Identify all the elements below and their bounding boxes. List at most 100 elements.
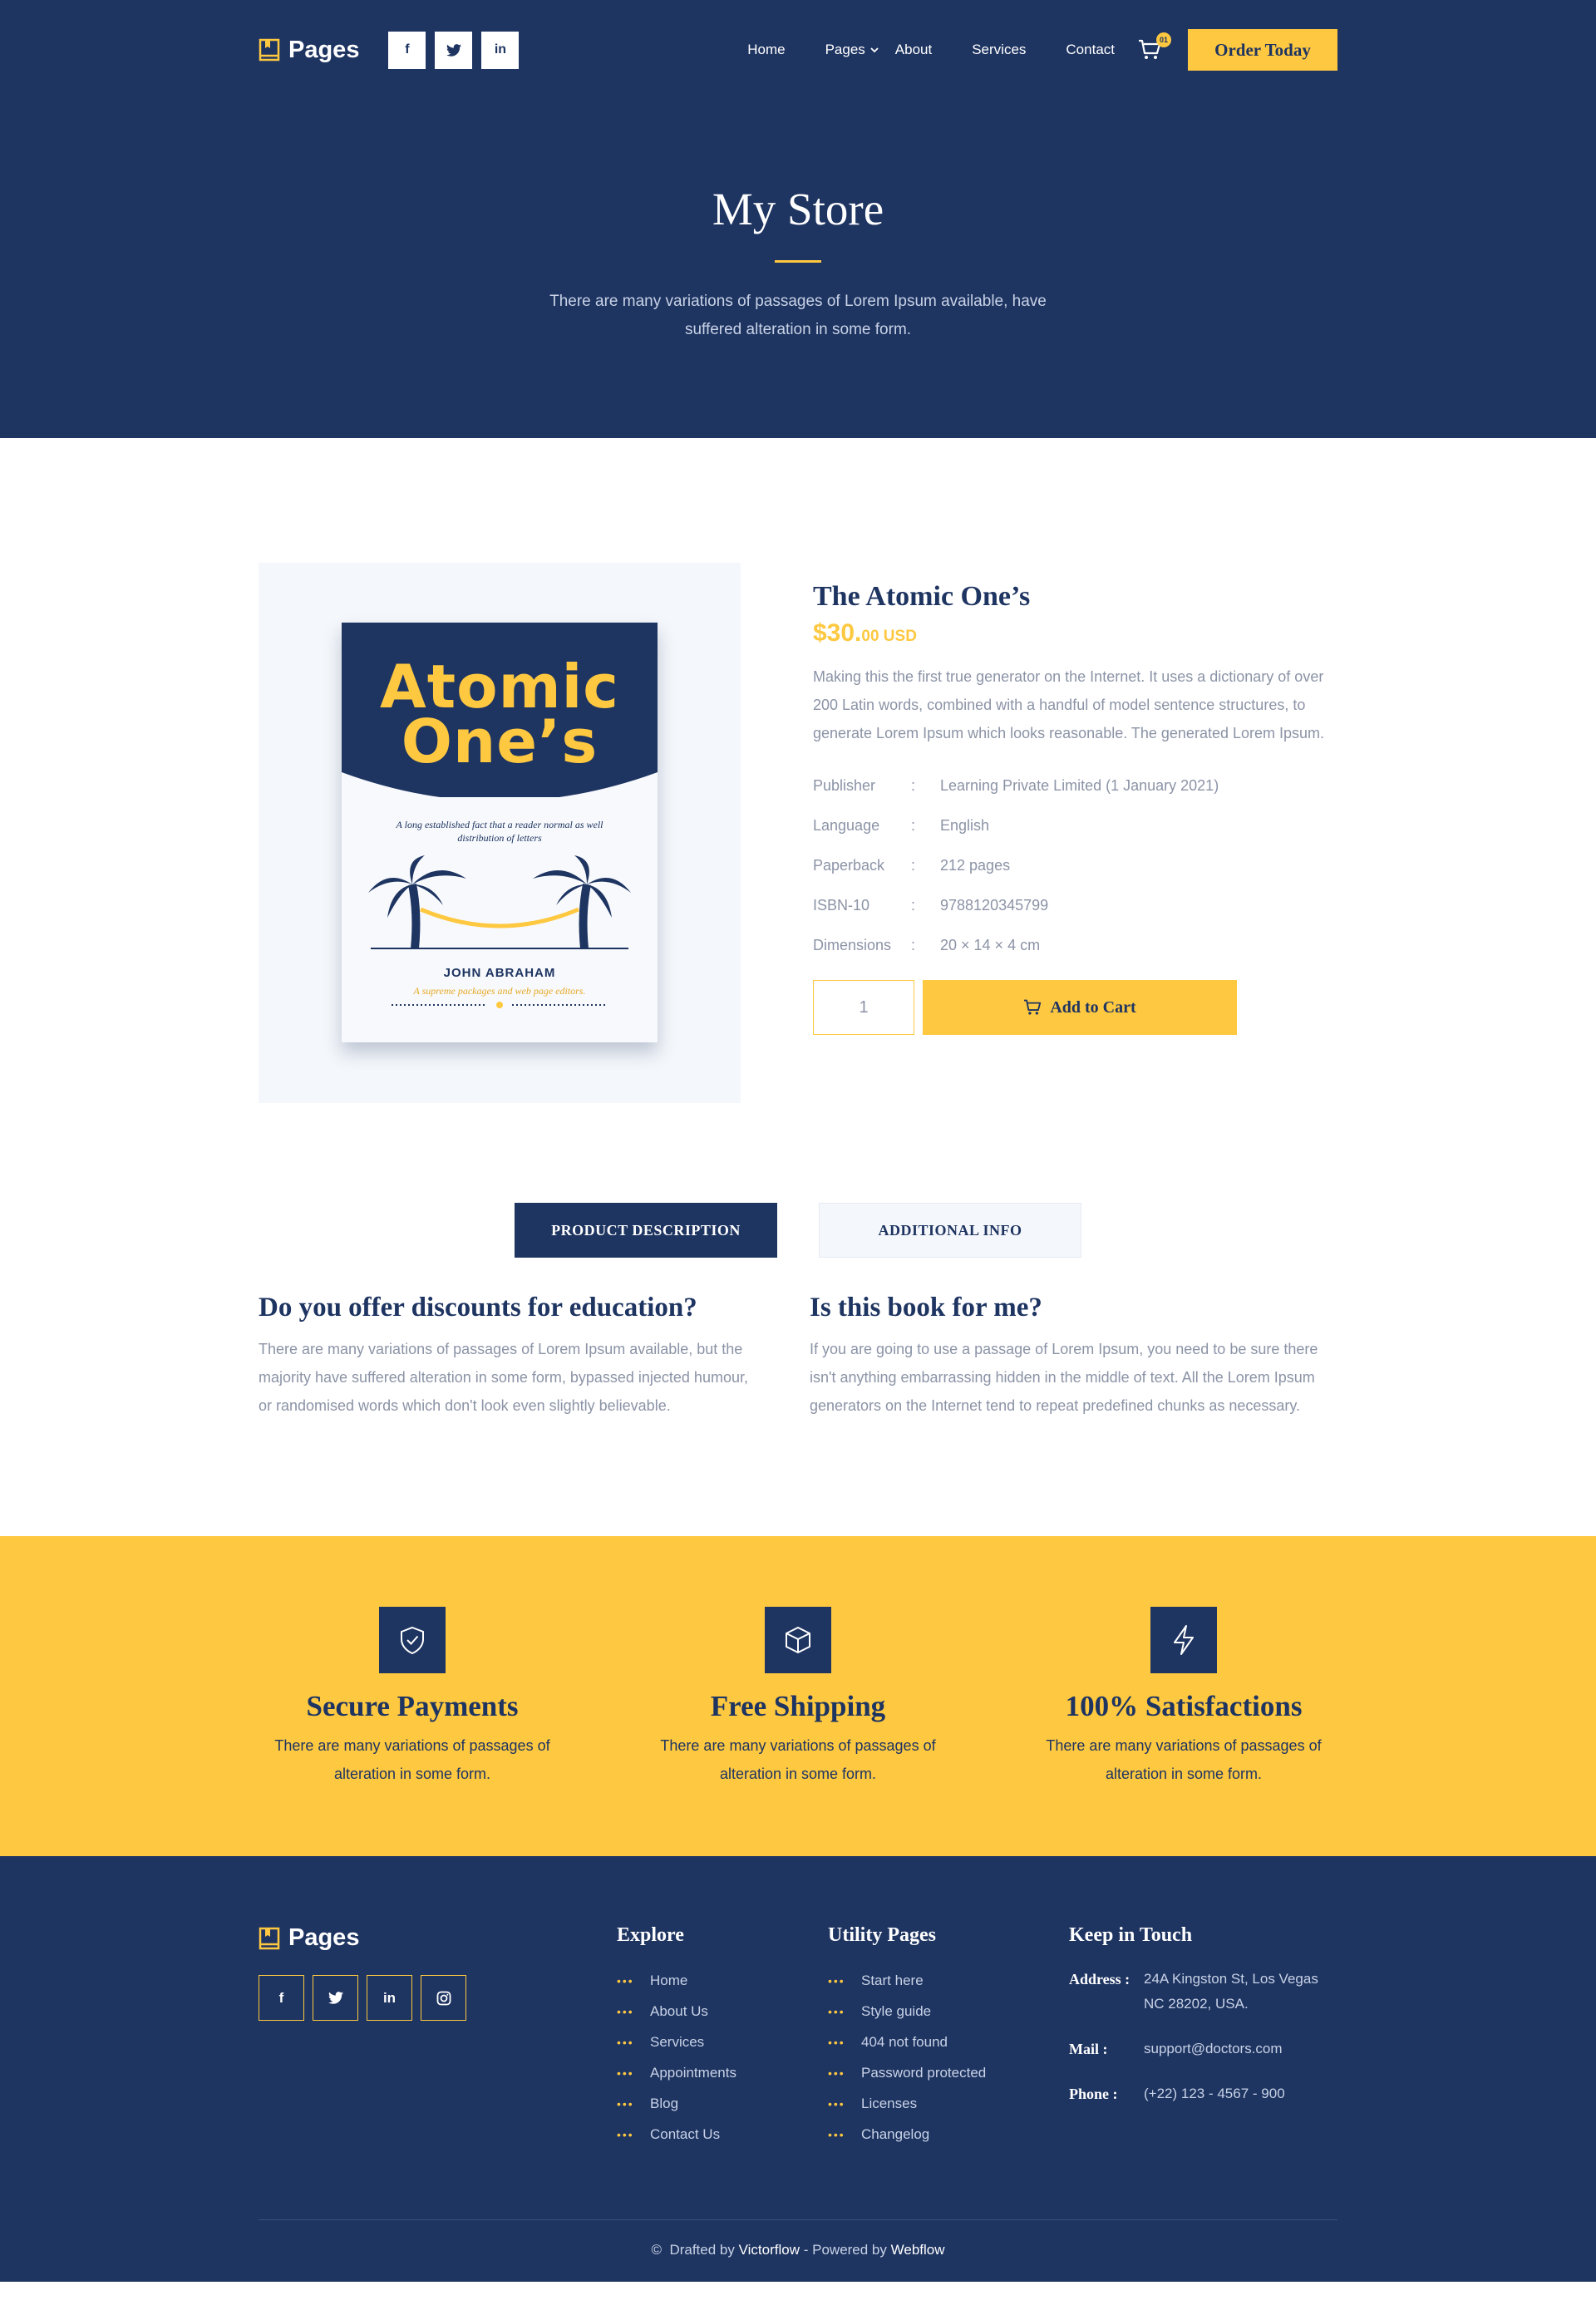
footer-socials: f in bbox=[259, 1975, 617, 2021]
hero-description: There are many variations of passages of… bbox=[549, 293, 1047, 338]
instagram-icon[interactable] bbox=[421, 1975, 466, 2021]
footer-link[interactable]: ••• Appointments bbox=[617, 2057, 828, 2088]
contact-phone-link[interactable]: (+22) 123 - 4567 - 900 bbox=[1144, 2081, 1285, 2106]
product-specs: Publisher: Learning Private Limited (1 Ja… bbox=[813, 766, 1337, 965]
product-title: The Atomic One’s bbox=[813, 581, 1031, 612]
order-today-button[interactable]: Order Today bbox=[1188, 29, 1337, 71]
footer-link[interactable]: ••• Start here bbox=[828, 1965, 1069, 1996]
cart-icon bbox=[1024, 999, 1042, 1015]
faq-text: There are many variations of passages of… bbox=[259, 1341, 748, 1414]
contact-email-link[interactable]: support@doctors.com bbox=[1144, 2037, 1283, 2061]
price-main: $30. bbox=[813, 619, 862, 647]
spec-row: Language: English bbox=[813, 816, 990, 834]
contact-phone: Phone : (+22) 123 - 4567 - 900 bbox=[1069, 2081, 1318, 2106]
footer-brand: Pages f in bbox=[259, 1924, 617, 2150]
footer-link[interactable]: ••• Licenses bbox=[828, 2088, 1069, 2119]
footer-link[interactable]: ••• Services bbox=[617, 2027, 828, 2057]
faq-section: Do you offer discounts for education? Th… bbox=[259, 1293, 1337, 1420]
webflow-link[interactable]: Webflow bbox=[891, 2242, 945, 2258]
facebook-icon[interactable]: f bbox=[388, 31, 426, 69]
footer-link[interactable]: ••• Blog bbox=[617, 2088, 828, 2119]
product-tabs: PRODUCT DESCRIPTION ADDITIONAL INFO bbox=[259, 1203, 1337, 1258]
footer-utility-heading: Utility Pages bbox=[828, 1924, 936, 1946]
feature-text: There are many variations of passages of… bbox=[1046, 1737, 1322, 1782]
feature-card: 100% Satisfactions There are many variat… bbox=[1030, 1607, 1337, 1788]
footer-link[interactable]: ••• About Us bbox=[617, 1996, 828, 2027]
linkedin-icon[interactable]: in bbox=[481, 31, 520, 69]
logo-text: Pages bbox=[288, 36, 360, 63]
book-cover: Atomic One’s A long established fact tha… bbox=[342, 623, 658, 1042]
footer-explore-heading: Explore bbox=[617, 1924, 684, 1946]
nav-pages[interactable]: Pages bbox=[825, 42, 879, 58]
footer: Pages f in Explore ••• Home ••• About Us… bbox=[0, 1856, 1596, 2282]
book-logo-icon bbox=[259, 1927, 280, 1949]
nav-contact[interactable]: Contact bbox=[1066, 42, 1115, 58]
spec-row: ISBN-10:9788120345799 bbox=[813, 896, 1049, 914]
footer-link[interactable]: ••• Changelog bbox=[828, 2119, 1069, 2150]
product-image-panel: Atomic One’s A long established fact tha… bbox=[259, 563, 741, 1103]
faq-title: Do you offer discounts for education? bbox=[259, 1293, 697, 1322]
footer-logo[interactable]: Pages bbox=[259, 1924, 617, 1952]
footer-explore: Explore ••• Home ••• About Us ••• Services … bbox=[617, 1924, 828, 2150]
spec-row: Dimensions:20 × 14 × 4 cm bbox=[813, 936, 1041, 953]
faq-item: Is this book for me? If you are going to… bbox=[810, 1293, 1337, 1420]
box-icon bbox=[765, 1607, 831, 1673]
spec-row: Paperback:212 pages bbox=[813, 856, 1011, 874]
footer-contact: Keep in Touch Address : 24A Kingston St,… bbox=[1069, 1924, 1318, 2150]
tab-product-description[interactable]: PRODUCT DESCRIPTION bbox=[515, 1203, 777, 1258]
faq-item: Do you offer discounts for education? Th… bbox=[259, 1293, 757, 1420]
feature-card: Free Shipping There are many variations … bbox=[644, 1607, 952, 1788]
spec-key: ISBN-10 bbox=[813, 896, 870, 914]
cover-title-line2: One’s bbox=[401, 707, 598, 776]
spec-key: Dimensions bbox=[813, 936, 892, 953]
footer-contact-heading: Keep in Touch bbox=[1069, 1924, 1193, 1946]
cart-count-badge: 01 bbox=[1156, 32, 1171, 47]
footer-logo-text: Pages bbox=[288, 1924, 360, 1951]
linkedin-icon[interactable]: in bbox=[367, 1975, 412, 2021]
add-to-cart-button[interactable]: Add to Cart bbox=[923, 980, 1237, 1035]
product-price: $30.00 USD bbox=[813, 619, 1337, 648]
cart-button[interactable]: 01 bbox=[1138, 32, 1171, 61]
quantity-input[interactable]: 1 bbox=[813, 980, 914, 1035]
spec-key: Paperback bbox=[813, 856, 885, 874]
facebook-icon[interactable]: f bbox=[259, 1975, 304, 2021]
twitter-icon[interactable] bbox=[313, 1975, 358, 2021]
spec-key: Language bbox=[813, 816, 880, 834]
feature-card: Secure Payments There are many variation… bbox=[259, 1607, 566, 1788]
product-details: The Atomic One’s $30.00 USD Making this … bbox=[813, 563, 1337, 1103]
feature-title: 100% Satisfactions bbox=[1065, 1690, 1303, 1722]
main-menu: Home Pages About Services Contact 01 Ord… bbox=[747, 29, 1337, 71]
nav-about[interactable]: About bbox=[895, 42, 932, 58]
spec-value: English bbox=[940, 816, 990, 834]
faq-title: Is this book for me? bbox=[810, 1293, 1042, 1322]
footer-link[interactable]: ••• Style guide bbox=[828, 1996, 1069, 2027]
product-description: Making this the first true generator on … bbox=[813, 668, 1325, 741]
palm-trees-illustration bbox=[368, 855, 631, 949]
cover-dotted-divider bbox=[392, 1002, 608, 1008]
spec-row: Publisher: Learning Private Limited (1 Ja… bbox=[813, 776, 1219, 794]
cover-author: JOHN ABRAHAM bbox=[443, 966, 556, 980]
logo[interactable]: Pages bbox=[259, 37, 359, 64]
footer-link[interactable]: ••• Contact Us bbox=[617, 2119, 828, 2150]
spec-key: Publisher bbox=[813, 776, 876, 794]
footer-link[interactable]: ••• Home bbox=[617, 1965, 828, 1996]
top-navigation: Pages f in Home Pages About Services Con… bbox=[259, 0, 1337, 100]
spec-value: 212 pages bbox=[940, 856, 1011, 874]
price-cents: 00 USD bbox=[861, 628, 917, 645]
nav-home[interactable]: Home bbox=[747, 42, 785, 58]
feature-text: There are many variations of passages of… bbox=[274, 1737, 550, 1782]
social-links: f in bbox=[388, 31, 520, 69]
nav-services[interactable]: Services bbox=[972, 42, 1026, 58]
tab-additional-info[interactable]: ADDITIONAL INFO bbox=[819, 1203, 1081, 1258]
cover-subtitle: A supreme packages and web page editors. bbox=[413, 985, 586, 997]
add-to-cart-label: Add to Cart bbox=[1050, 997, 1136, 1017]
twitter-icon[interactable] bbox=[435, 31, 473, 69]
book-logo-icon bbox=[259, 38, 280, 62]
purchase-actions: 1 Add to Cart bbox=[813, 980, 1337, 1035]
footer-link[interactable]: ••• 404 not found bbox=[828, 2027, 1069, 2057]
footer-link[interactable]: ••• Password protected bbox=[828, 2057, 1069, 2088]
title-divider bbox=[775, 260, 821, 263]
contact-address: Address : 24A Kingston St, Los Vegas NC 2… bbox=[1069, 1971, 1318, 2012]
chevron-down-icon bbox=[870, 47, 879, 52]
victorflow-link[interactable]: Victorflow bbox=[739, 2242, 800, 2258]
